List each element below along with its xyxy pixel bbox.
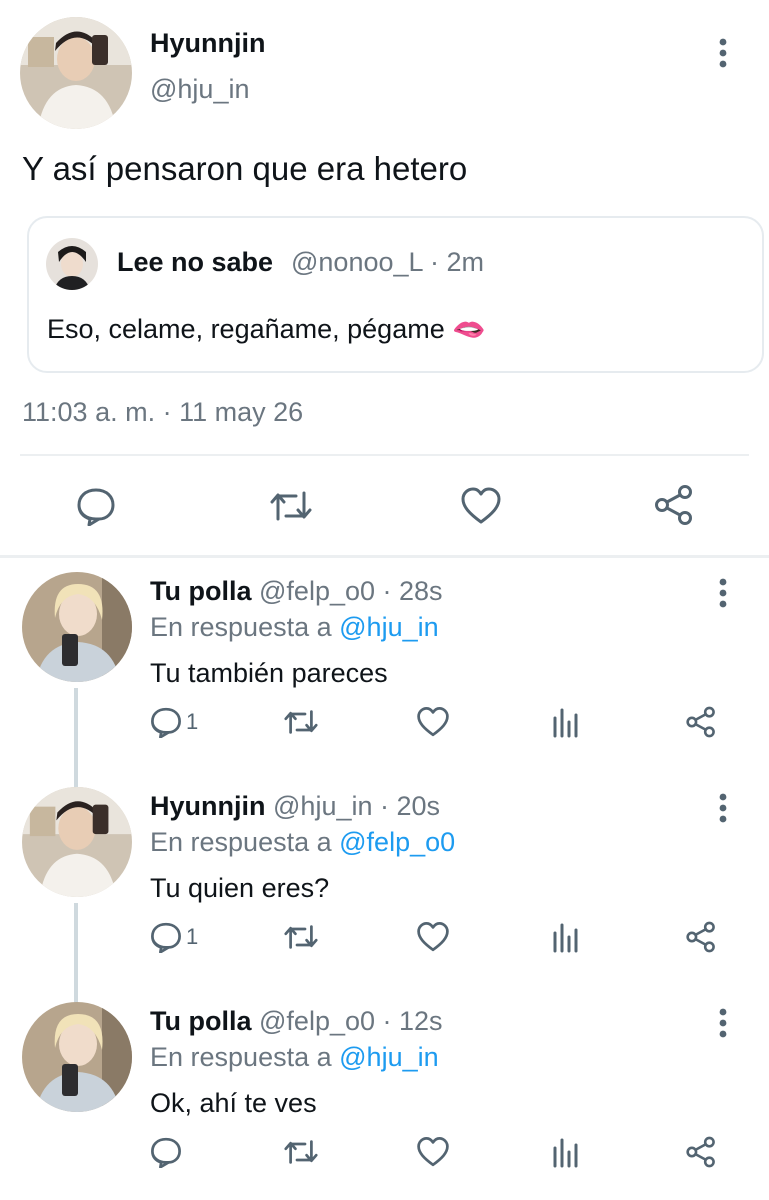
share-icon[interactable] — [684, 1136, 718, 1168]
reply-author-name[interactable]: Hyunnjin — [150, 791, 266, 821]
more-options-icon[interactable] — [716, 1008, 730, 1038]
reply-author-meta: @felp_o0 · 28s — [259, 576, 443, 606]
reply-icon[interactable] — [150, 706, 182, 738]
more-options-icon[interactable] — [716, 38, 730, 68]
replying-to-link[interactable]: @hju_in — [339, 612, 438, 642]
replying-to-link[interactable]: @felp_o0 — [339, 827, 455, 857]
analytics-icon[interactable] — [552, 706, 580, 738]
like-icon[interactable] — [416, 921, 450, 953]
analytics-icon[interactable] — [552, 1136, 580, 1168]
reply-author-meta: @felp_o0 · 12s — [259, 1006, 443, 1036]
like-icon[interactable] — [460, 486, 502, 526]
replying-to-label: En respuesta a — [150, 612, 332, 642]
reply-text: Tu también pareces — [150, 658, 388, 688]
reply-count: 1 — [186, 709, 199, 734]
reply-text: Tu quien eres? — [150, 873, 330, 903]
reply-count: 1 — [186, 924, 199, 949]
reply-icon[interactable] — [150, 921, 182, 953]
reply-author-meta: @hju_in · 20s — [273, 791, 441, 821]
reply-action[interactable]: 1 — [150, 921, 198, 953]
like-icon[interactable] — [416, 1136, 450, 1168]
share-icon[interactable] — [652, 484, 696, 526]
quoted-tweet[interactable]: Lee no sabe @nonoo_L · 2m Eso, celame, r… — [27, 216, 764, 373]
reply-text: Ok, ahí te ves — [150, 1088, 317, 1118]
quoted-tweet-text: Eso, celame, regañame, pégame 🫦 — [47, 314, 486, 344]
retweet-icon[interactable] — [282, 1136, 320, 1168]
retweet-icon[interactable] — [282, 921, 320, 953]
author-handle[interactable]: @hju_in — [150, 74, 249, 105]
analytics-icon[interactable] — [552, 921, 580, 953]
reply-action[interactable] — [150, 1136, 186, 1168]
author-name[interactable]: Hyunnjin — [150, 28, 266, 59]
reply-tweet[interactable]: Tu polla @felp_o0 · 12s En respuesta a @… — [0, 988, 769, 1200]
reply-icon[interactable] — [150, 1136, 182, 1168]
quoted-author-meta: @nonoo_L · 2m — [291, 247, 485, 277]
reply-icon[interactable] — [76, 486, 116, 526]
divider — [20, 454, 749, 456]
reply-tweet[interactable]: Tu polla @felp_o0 · 28s En respuesta a @… — [0, 558, 769, 773]
reply-author-avatar[interactable] — [22, 787, 132, 897]
replying-to-link[interactable]: @hju_in — [339, 1042, 438, 1072]
main-tweet: Hyunnjin @hju_in Y así pensaron que era … — [0, 0, 769, 560]
tweet-timestamp: 11:03 a. m. · 11 may 26 — [22, 397, 304, 427]
retweet-icon[interactable] — [282, 706, 320, 738]
reply-author-avatar[interactable] — [22, 1002, 132, 1112]
quoted-author-name: Lee no sabe — [117, 247, 274, 277]
replying-to-label: En respuesta a — [150, 827, 332, 857]
quoted-author-avatar — [46, 238, 98, 290]
reply-author-name[interactable]: Tu polla — [150, 1006, 252, 1036]
reply-tweet[interactable]: Hyunnjin @hju_in · 20s En respuesta a @f… — [0, 773, 769, 988]
more-options-icon[interactable] — [716, 793, 730, 823]
reply-author-avatar[interactable] — [22, 572, 132, 682]
retweet-icon[interactable] — [268, 486, 314, 526]
more-options-icon[interactable] — [716, 578, 730, 608]
author-avatar[interactable] — [20, 17, 132, 129]
share-icon[interactable] — [684, 706, 718, 738]
reply-author-name[interactable]: Tu polla — [150, 576, 252, 606]
share-icon[interactable] — [684, 921, 718, 953]
tweet-text: Y así pensaron que era hetero — [22, 150, 468, 187]
reply-action[interactable]: 1 — [150, 706, 198, 738]
like-icon[interactable] — [416, 706, 450, 738]
replying-to-label: En respuesta a — [150, 1042, 332, 1072]
